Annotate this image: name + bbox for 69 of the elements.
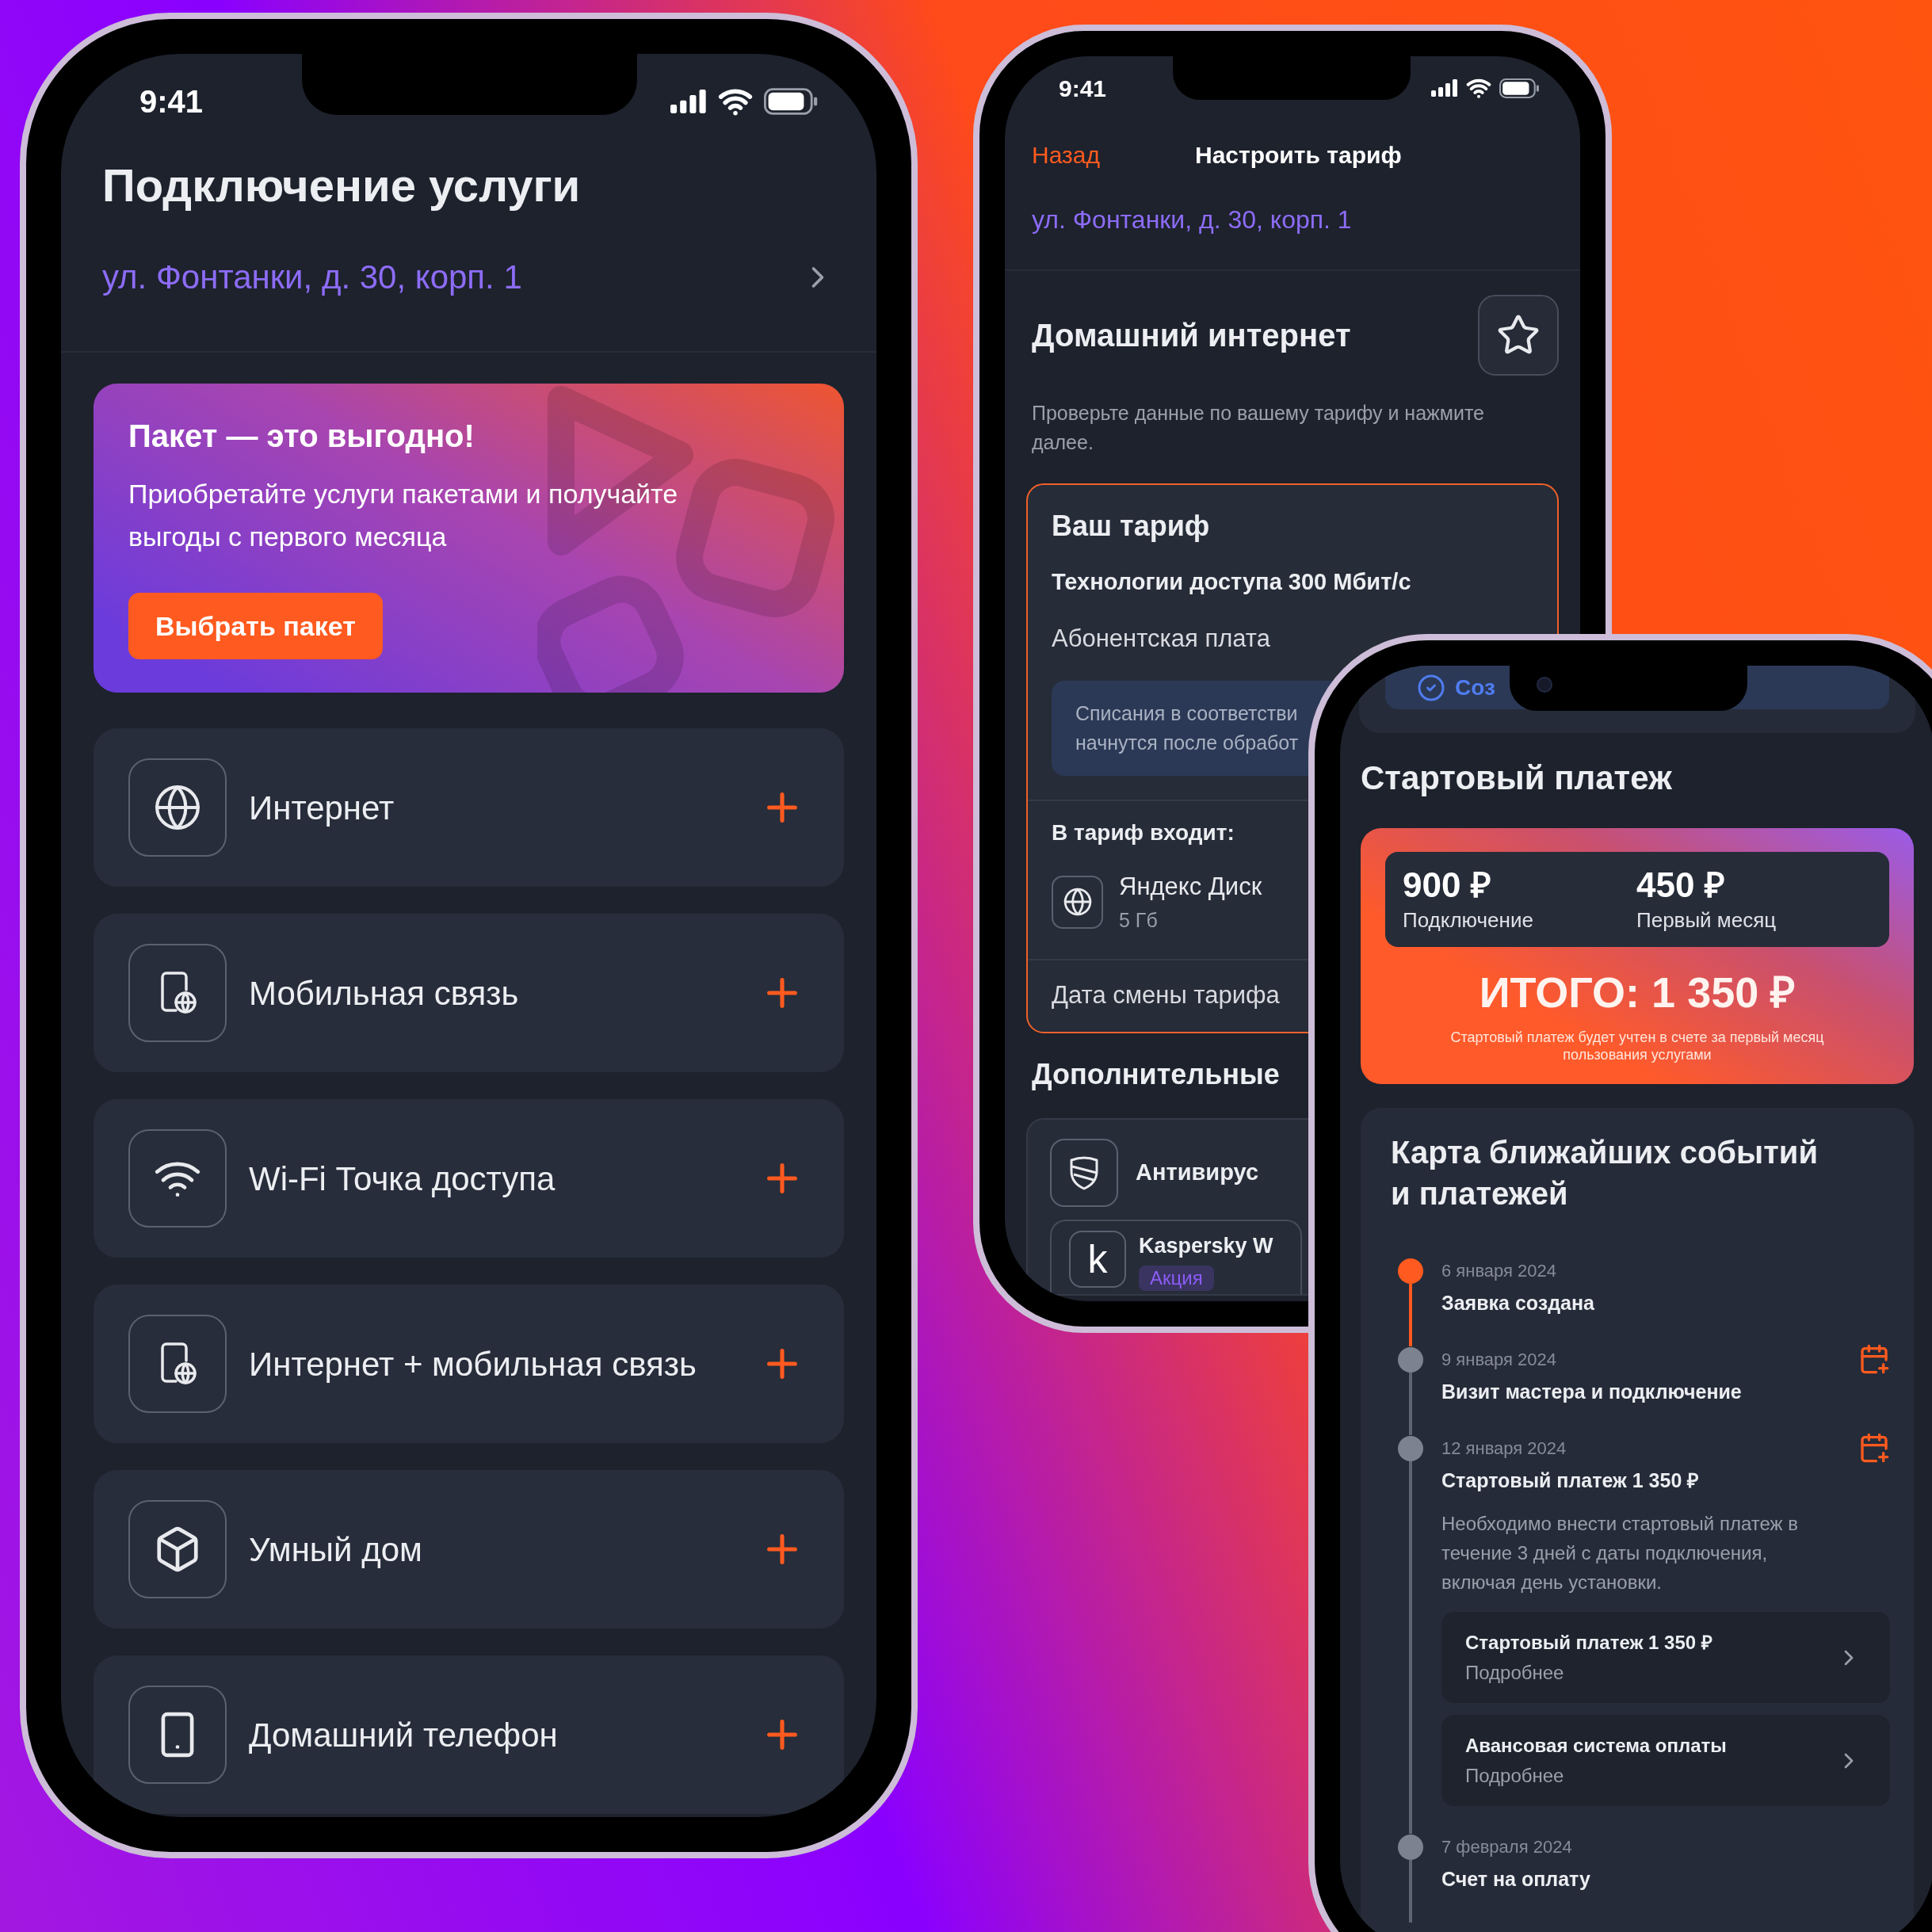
options-title: Дополнительные [1031,1057,1281,1092]
service-card[interactable]: Wi-Fi Точка доступа [94,1099,844,1258]
promo-text: Приобретайте услуги пакетами и получайте выгоды с первого месяца [128,478,679,553]
option-name: Антивирус [1136,1159,1258,1187]
event-date: 6 января 2024 [1441,1260,1558,1282]
service-label: Интернет + мобильная связь [249,1344,697,1384]
shield-icon [1068,1155,1100,1190]
globe-icon [1062,887,1093,917]
page-title: Подключение услуги [102,158,582,212]
promo-badge: Акция [1139,1266,1214,1291]
check-icon [1417,673,1445,702]
service-label: Мобильная связь [249,973,520,1014]
battery-icon [764,88,819,115]
section-title: Домашний интернет [1031,317,1351,354]
option-name: Kaspersky W [1139,1233,1273,1259]
service-card[interactable]: Мобильная связь [94,914,844,1072]
event-date: 7 февраля 2024 [1441,1836,1573,1858]
service-label: Интернет [249,788,395,828]
service-card[interactable]: Умный дом [94,1470,844,1628]
status-time: 9:41 [1059,74,1107,103]
amount-label: Подключение [1403,907,1534,934]
details-link-card[interactable]: Стартовый платеж 1 350 ₽ Подробнее [1441,1612,1890,1703]
event-title: Визит мастера и подключение [1441,1380,1742,1404]
calendar-add-icon[interactable] [1858,1432,1890,1464]
event-title: Стартовый платеж 1 350 ₽ [1441,1468,1700,1493]
event-date: 9 января 2024 [1441,1349,1558,1371]
screen-title: Настроить тариф [1194,140,1402,170]
logo-letter: k [1087,1237,1108,1281]
promo-title: Пакет — это выгодно! [128,418,475,455]
section-title: Стартовый платеж [1361,758,1673,798]
timeline-title: Карта ближайших событий и платежей [1391,1134,1819,1212]
payment-note: Стартовый платеж будет учтен в счете за первый месяц пользования услугами [1450,1029,1824,1063]
globe-icon [153,783,202,832]
camera-icon [1537,677,1552,693]
service-label: Умный дом [249,1529,423,1570]
calendar-add-icon[interactable] [1858,1343,1890,1375]
favorite-button[interactable] [1478,295,1559,376]
includes-title: В тариф входит: [1052,819,1235,846]
section-description: Проверьте данные по вашему тарифу и нажмите далее. [1031,401,1485,455]
amount-value: 450 ₽ [1636,865,1726,906]
amount-label: Первый месяц [1636,907,1777,934]
service-card[interactable]: Интернет [94,728,844,887]
total-amount: ИТОГО: 1 350 ₽ [1479,968,1796,1018]
status-time: 9:41 [139,83,204,120]
status-text: Соз [1455,674,1495,701]
included-name: Яндекс Диск [1119,872,1262,902]
card-title: Ваш тариф [1052,509,1211,544]
details-link-card[interactable]: Авансовая система оплаты Подробнее [1441,1715,1890,1806]
address-link[interactable]: ул. Фонтанки, д. 30, корп. 1 [1005,202,1580,237]
signal-icon [670,90,707,113]
event-title: Счет на оплату [1441,1867,1590,1892]
event-title: Заявка создана [1441,1291,1594,1315]
amount-value: 900 ₽ [1403,865,1492,906]
back-link[interactable]: Назад [1032,136,1100,173]
signal-icon [1431,79,1458,97]
service-label: Домашний телефон [249,1715,559,1755]
fee-label: Абонентская плата [1052,624,1271,654]
promo-option-card[interactable]: k Kaspersky W Акция [1050,1220,1302,1294]
included-detail: 5 Гб [1119,908,1159,933]
address-link[interactable]: ул. Фонтанки, д. 30, корп. 1 [102,254,835,301]
speed-text: Технологии доступа 300 Мбит/с [1052,568,1412,596]
service-card[interactable]: Интернет + мобильная связь [94,1285,844,1443]
battery-icon [1499,78,1541,98]
notice-text: начнутся после обработ [1075,731,1300,755]
service-label: Wi-Fi Точка доступа [249,1159,556,1199]
event-date: 12 января 2024 [1441,1438,1567,1460]
notice-text: Списания в соответстви [1075,701,1299,726]
service-card[interactable]: Домашний телефон [94,1655,844,1814]
event-description: Необходимо внести стартовый платеж в течение 3 дней с даты подключения, включая день установки. [1441,1512,1799,1594]
